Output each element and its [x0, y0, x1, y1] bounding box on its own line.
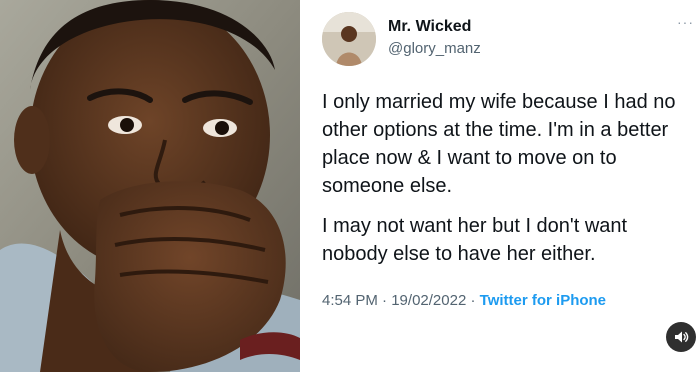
sound-toggle-button[interactable]: [666, 322, 696, 352]
tweet-text-paragraph-1: I only married my wife because I had no …: [322, 91, 676, 197]
speaker-icon: [675, 331, 689, 343]
tweet-text-paragraph-2: I may not want her but I don't want nobo…: [322, 215, 628, 265]
meta-separator: ·: [377, 292, 392, 309]
tweet-date: 19/02/2022: [391, 292, 467, 309]
tweet-time: 4:54 PM: [322, 292, 378, 309]
tweet-source-link[interactable]: Twitter for iPhone: [480, 292, 606, 309]
tweet-meta: 4:54 PM · 19/02/2022 · Twitter for iPhon…: [322, 292, 606, 309]
display-name[interactable]: Mr. Wicked: [388, 18, 471, 36]
man-photo: [0, 0, 300, 372]
meta-separator: ·: [466, 292, 480, 309]
tweet-card: Mr. Wicked @glory_manz ··· I only marrie…: [306, 0, 700, 372]
user-handle[interactable]: @glory_manz: [388, 40, 481, 57]
more-dots-icon[interactable]: ···: [677, 14, 694, 30]
avatar[interactable]: [322, 12, 376, 66]
